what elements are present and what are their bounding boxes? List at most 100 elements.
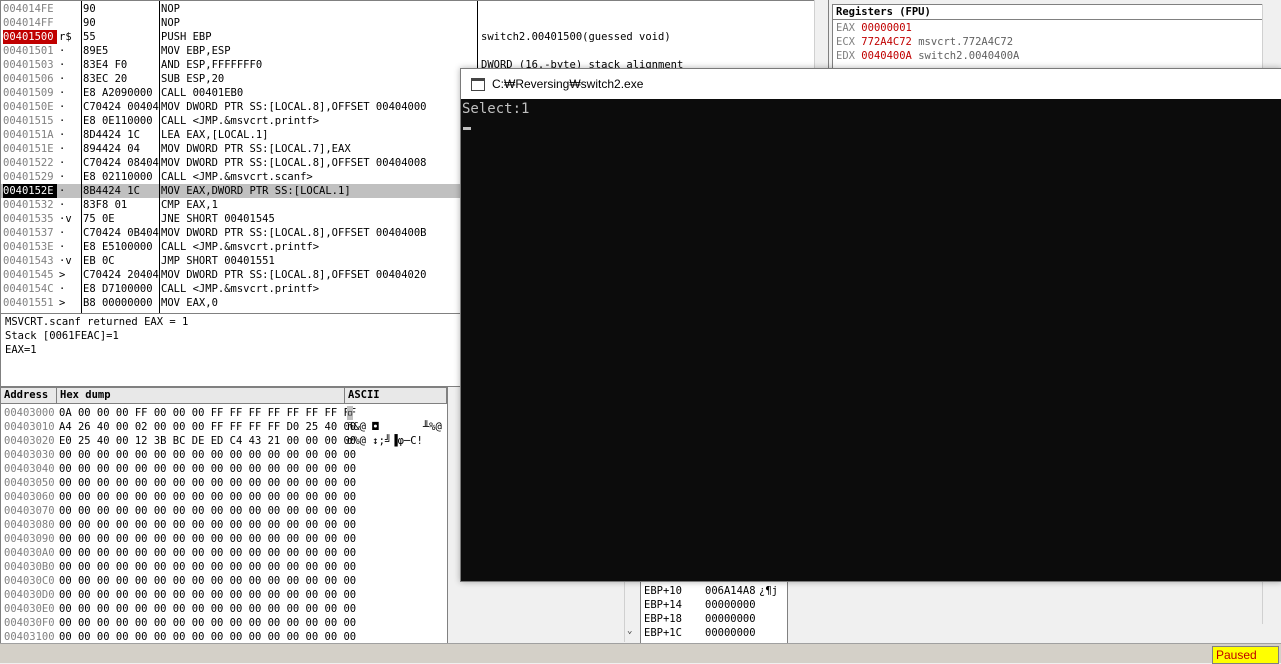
instruction-address[interactable]: 00401501 bbox=[3, 44, 57, 58]
dump-hex[interactable]: 00 00 00 00 00 00 00 00 00 00 00 00 00 0… bbox=[59, 574, 356, 588]
instruction-text[interactable]: MOV EAX,0 bbox=[161, 296, 461, 310]
dump-address[interactable]: 00403070 bbox=[4, 504, 55, 518]
instruction-address[interactable]: 00401529 bbox=[3, 170, 57, 184]
dump-address[interactable]: 004030A0 bbox=[4, 546, 55, 560]
dump-address[interactable]: 004030D0 bbox=[4, 588, 55, 602]
dump-address[interactable]: 004030E0 bbox=[4, 602, 55, 616]
instruction-address[interactable]: 0040154C bbox=[3, 282, 57, 296]
memory-dump-pane[interactable]: Address Hex dump ASCII 00403000 0A 00 00 … bbox=[0, 387, 448, 644]
instruction-text[interactable]: CALL <JMP.&msvcrt.printf> bbox=[161, 282, 461, 296]
instruction-text[interactable]: JMP SHORT 00401551 bbox=[161, 254, 461, 268]
console-title-bar[interactable]: C:₩Reversing₩switch2.exe bbox=[461, 69, 1281, 99]
dump-hex[interactable]: 00 00 00 00 00 00 00 00 00 00 00 00 00 0… bbox=[59, 630, 356, 643]
stack-value[interactable]: 00000000 bbox=[705, 598, 756, 612]
instruction-text[interactable]: NOP bbox=[161, 16, 461, 30]
instruction-text[interactable]: MOV DWORD PTR SS:[LOCAL.7],EAX bbox=[161, 142, 461, 156]
dump-address[interactable]: 00403030 bbox=[4, 448, 55, 462]
instruction-address[interactable]: 00401532 bbox=[3, 198, 57, 212]
register-row[interactable]: EDX 0040400A switch2.0040400A bbox=[836, 49, 1019, 63]
instruction-address[interactable]: 00401503 bbox=[3, 58, 57, 72]
stack-value[interactable]: 006A14A8 bbox=[705, 584, 756, 598]
instruction-address[interactable]: 00401551 bbox=[3, 296, 57, 310]
register-value[interactable]: 00000001 bbox=[861, 22, 912, 34]
instruction-text[interactable]: CALL <JMP.&msvcrt.printf> bbox=[161, 114, 461, 128]
register-value[interactable]: 772A4C72 bbox=[861, 36, 912, 48]
instruction-text[interactable]: MOV DWORD PTR SS:[LOCAL.8],OFFSET 004040… bbox=[161, 100, 461, 114]
instruction-address[interactable]: 00401537 bbox=[3, 226, 57, 240]
instruction-text[interactable]: MOV EBP,ESP bbox=[161, 44, 461, 58]
instruction-text[interactable]: MOV EAX,DWORD PTR SS:[LOCAL.1] bbox=[161, 184, 461, 198]
dump-hex[interactable]: 00 00 00 00 00 00 00 00 00 00 00 00 00 0… bbox=[59, 588, 356, 602]
dump-address[interactable]: 00403040 bbox=[4, 462, 55, 476]
dump-hex[interactable]: 00 00 00 00 00 00 00 00 00 00 00 00 00 0… bbox=[59, 476, 356, 490]
instruction-text[interactable]: CALL <JMP.&msvcrt.printf> bbox=[161, 240, 461, 254]
dump-hex[interactable]: 00 00 00 00 00 00 00 00 00 00 00 00 00 0… bbox=[59, 546, 356, 560]
disasm-row[interactable]: 00401500 r$ 55 PUSH EBP switch2.00401500(gue… bbox=[1, 30, 828, 44]
register-row[interactable]: EAX 00000001 bbox=[836, 21, 918, 35]
instruction-address[interactable]: 0040152E bbox=[3, 184, 57, 198]
instruction-text[interactable]: AND ESP,FFFFFFF0 bbox=[161, 58, 461, 72]
console-output[interactable]: Select:1 bbox=[462, 100, 1281, 581]
registers-pane[interactable]: Registers (FPU) EAX 00000001 ECX 772A4C7… bbox=[832, 4, 1264, 70]
disasm-row[interactable]: 004014FF 90 NOP bbox=[1, 16, 828, 30]
instruction-address[interactable]: 004014FE bbox=[3, 2, 57, 16]
dump-address[interactable]: 004030B0 bbox=[4, 560, 55, 574]
dump-address[interactable]: 00403020 bbox=[4, 434, 55, 448]
dump-hex[interactable]: 00 00 00 00 00 00 00 00 00 00 00 00 00 0… bbox=[59, 560, 356, 574]
dump-address[interactable]: 00403010 bbox=[4, 420, 55, 434]
register-row[interactable]: ECX 772A4C72 msvcrt.772A4C72 bbox=[836, 35, 1013, 49]
instruction-address[interactable]: 00401515 bbox=[3, 114, 57, 128]
dump-header-address[interactable]: Address bbox=[1, 388, 57, 404]
instruction-address[interactable]: 00401522 bbox=[3, 156, 57, 170]
instruction-address[interactable]: 00401506 bbox=[3, 72, 57, 86]
instruction-address[interactable]: 0040153E bbox=[3, 240, 57, 254]
dump-address[interactable]: 00403080 bbox=[4, 518, 55, 532]
dump-hex[interactable]: 00 00 00 00 00 00 00 00 00 00 00 00 00 0… bbox=[59, 602, 356, 616]
instruction-text[interactable]: NOP bbox=[161, 2, 461, 16]
dump-address[interactable]: 00403090 bbox=[4, 532, 55, 546]
instruction-address[interactable]: 00401545 bbox=[3, 268, 57, 282]
stack-pane[interactable]: EBP+10 006A14A8 ¿¶j EBP+14 00000000 EBP+18 000… bbox=[640, 580, 788, 644]
dump-hex[interactable]: A4 26 40 00 02 00 00 00 FF FF FF FF D0 2… bbox=[59, 420, 356, 434]
instruction-address[interactable]: 00401535 bbox=[3, 212, 57, 226]
instruction-text[interactable]: PUSH EBP bbox=[161, 30, 461, 44]
dump-hex[interactable]: 0A 00 00 00 FF 00 00 00 FF FF FF FF FF F… bbox=[59, 406, 356, 420]
instruction-address[interactable]: 0040150E bbox=[3, 100, 57, 114]
dump-address[interactable]: 004030C0 bbox=[4, 574, 55, 588]
instruction-text[interactable]: MOV DWORD PTR SS:[LOCAL.8],OFFSET 004040… bbox=[161, 156, 461, 170]
instruction-address[interactable]: 00401543 bbox=[3, 254, 57, 268]
stack-value[interactable]: 00000000 bbox=[705, 612, 756, 626]
stack-scrollbar[interactable]: ⌄ bbox=[624, 580, 639, 642]
instruction-address[interactable]: 00401500 bbox=[3, 30, 57, 44]
register-value[interactable]: 0040400A bbox=[861, 50, 912, 62]
instruction-text[interactable]: LEA EAX,[LOCAL.1] bbox=[161, 128, 461, 142]
dump-address[interactable]: 00403000 bbox=[4, 406, 55, 420]
dump-address[interactable]: 00403050 bbox=[4, 476, 55, 490]
dump-hex[interactable]: 00 00 00 00 00 00 00 00 00 00 00 00 00 0… bbox=[59, 462, 356, 476]
disasm-row[interactable]: 004014FE 90 NOP bbox=[1, 2, 828, 16]
disasm-row[interactable]: 00401501 · 89E5 MOV EBP,ESP bbox=[1, 44, 828, 58]
instruction-text[interactable]: CALL 00401EB0 bbox=[161, 86, 461, 100]
dump-header-hex[interactable]: Hex dump bbox=[57, 388, 345, 404]
instruction-text[interactable]: CALL <JMP.&msvcrt.scanf> bbox=[161, 170, 461, 184]
instruction-address[interactable]: 0040151A bbox=[3, 128, 57, 142]
chevron-down-icon[interactable]: ⌄ bbox=[627, 626, 632, 636]
dump-hex[interactable]: 00 00 00 00 00 00 00 00 00 00 00 00 00 0… bbox=[59, 616, 356, 630]
dump-hex[interactable]: E0 25 40 00 12 3B BC DE ED C4 43 21 00 0… bbox=[59, 434, 356, 448]
instruction-text[interactable]: JNE SHORT 00401545 bbox=[161, 212, 461, 226]
dump-hex[interactable]: 00 00 00 00 00 00 00 00 00 00 00 00 00 0… bbox=[59, 532, 356, 546]
instruction-address[interactable]: 0040151E bbox=[3, 142, 57, 156]
console-window[interactable]: C:₩Reversing₩switch2.exe Select:1 bbox=[460, 68, 1281, 582]
dump-header-ascii[interactable]: ASCII bbox=[345, 388, 447, 404]
instruction-text[interactable]: MOV DWORD PTR SS:[LOCAL.8],OFFSET 004040… bbox=[161, 226, 461, 240]
instruction-text[interactable]: MOV DWORD PTR SS:[LOCAL.8],OFFSET 004040… bbox=[161, 268, 461, 282]
stack-value[interactable]: 00000000 bbox=[705, 626, 756, 640]
instruction-text[interactable]: SUB ESP,20 bbox=[161, 72, 461, 86]
dump-address[interactable]: 00403060 bbox=[4, 490, 55, 504]
instruction-text[interactable]: CMP EAX,1 bbox=[161, 198, 461, 212]
dump-address[interactable]: 00403100 bbox=[4, 630, 55, 643]
instruction-address[interactable]: 004014FF bbox=[3, 16, 57, 30]
instruction-address[interactable]: 00401509 bbox=[3, 86, 57, 100]
dump-hex[interactable]: 00 00 00 00 00 00 00 00 00 00 00 00 00 0… bbox=[59, 504, 356, 518]
dump-hex[interactable]: 00 00 00 00 00 00 00 00 00 00 00 00 00 0… bbox=[59, 518, 356, 532]
